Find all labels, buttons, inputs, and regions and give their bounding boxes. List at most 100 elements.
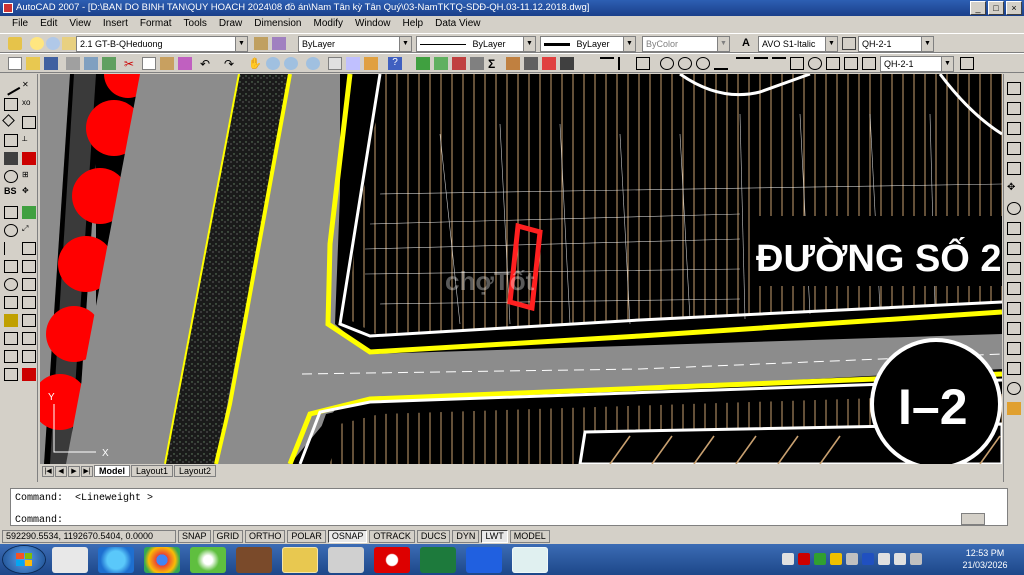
center-mark-icon[interactable] bbox=[808, 57, 822, 70]
menu-dimension[interactable]: Dimension bbox=[248, 16, 307, 32]
file-explorer-icon[interactable] bbox=[282, 547, 318, 573]
chamfer-object-icon[interactable] bbox=[1007, 362, 1021, 375]
fillet-tool-icon[interactable] bbox=[22, 350, 36, 363]
tab-layout1[interactable]: Layout1 bbox=[131, 465, 174, 477]
cut-icon[interactable]: ✂ bbox=[124, 57, 138, 71]
redo-icon[interactable]: ↷ bbox=[224, 57, 238, 71]
table-tool-icon[interactable] bbox=[4, 206, 18, 219]
excel-icon[interactable] bbox=[420, 547, 456, 573]
block-icon[interactable] bbox=[452, 57, 466, 70]
explode-tool-icon[interactable] bbox=[22, 368, 36, 381]
dim-style-dropdown-2[interactable]: QH-2-1 ▼ bbox=[880, 56, 954, 72]
move-tool-icon[interactable]: ✥ bbox=[22, 186, 36, 199]
new-file-icon[interactable] bbox=[8, 57, 22, 70]
trim-tool-icon[interactable] bbox=[22, 260, 36, 273]
make-layer-current-icon[interactable] bbox=[254, 37, 268, 50]
model-toggle[interactable]: MODEL bbox=[509, 529, 550, 543]
menu-insert[interactable]: Insert bbox=[97, 16, 134, 32]
internet-explorer-icon[interactable] bbox=[98, 547, 134, 573]
rectangle-tool-icon[interactable] bbox=[4, 134, 18, 147]
layer-previous-icon[interactable] bbox=[272, 37, 286, 50]
color-dropdown[interactable]: ByLayer ▼ bbox=[298, 36, 412, 52]
command-window[interactable]: Command: <Lineweight > Command: bbox=[10, 488, 1008, 526]
hatch-tool-icon[interactable] bbox=[4, 350, 18, 363]
mirror-object-icon[interactable] bbox=[1007, 122, 1021, 135]
text-style-dropdown[interactable]: AVO S1-Italic ▼ bbox=[758, 36, 838, 52]
save-icon[interactable] bbox=[44, 57, 58, 70]
network-icon[interactable] bbox=[878, 553, 890, 565]
dim-edit-icon[interactable] bbox=[826, 57, 840, 70]
command-prompt[interactable]: Command: bbox=[15, 515, 63, 526]
chamfer-tool-icon[interactable] bbox=[22, 332, 36, 345]
dim-style-manager-icon[interactable] bbox=[960, 57, 974, 70]
copy-icon[interactable] bbox=[142, 57, 156, 70]
table-icon[interactable] bbox=[470, 57, 484, 70]
revcloud-tool-icon[interactable] bbox=[4, 242, 18, 255]
dim-aligned-icon[interactable] bbox=[618, 57, 632, 70]
menu-draw[interactable]: Draw bbox=[213, 16, 248, 32]
dim-angular-icon[interactable] bbox=[714, 57, 728, 70]
menu-view[interactable]: View bbox=[63, 16, 97, 32]
last-tab-button[interactable]: ▶| bbox=[81, 465, 93, 477]
dim-update-icon[interactable] bbox=[862, 57, 876, 70]
tray-icon[interactable] bbox=[798, 553, 810, 565]
prev-tab-button[interactable]: ◀ bbox=[55, 465, 67, 477]
polygon-tool-icon[interactable] bbox=[2, 114, 15, 127]
fillet-object-icon[interactable] bbox=[1007, 382, 1021, 395]
make-block-icon[interactable] bbox=[4, 314, 18, 327]
osnap-toggle[interactable]: OSNAP bbox=[327, 529, 368, 543]
plant-icon[interactable] bbox=[434, 57, 448, 70]
dim-style-dropdown[interactable]: QH-2-1 ▼ bbox=[858, 36, 934, 52]
tree-icon[interactable] bbox=[416, 57, 430, 70]
print-icon[interactable] bbox=[66, 57, 80, 70]
dim-radius-icon[interactable] bbox=[660, 57, 674, 70]
layer-dropdown[interactable]: 2.1 GT-B-QHeduong ▼ bbox=[76, 36, 248, 52]
menu-modify[interactable]: Modify bbox=[308, 16, 349, 32]
zoom-window-icon[interactable] bbox=[284, 57, 298, 70]
undo-icon[interactable]: ↶ bbox=[200, 57, 214, 71]
tool-palettes-icon[interactable] bbox=[364, 57, 378, 70]
copy-object-icon[interactable] bbox=[1007, 102, 1021, 115]
scale-tool-icon[interactable]: ⤢ bbox=[22, 224, 36, 237]
plotstyle-dropdown[interactable]: ByColor ▼ bbox=[642, 36, 730, 52]
quick-dim-icon[interactable] bbox=[736, 57, 750, 70]
publish-icon[interactable] bbox=[102, 57, 116, 70]
offset-tool-icon[interactable] bbox=[22, 152, 36, 165]
tolerance-icon[interactable] bbox=[790, 57, 804, 70]
lightbulb-icon[interactable] bbox=[30, 37, 44, 50]
trim-object-icon[interactable] bbox=[1007, 262, 1021, 275]
mirror-tool-icon[interactable]: ⟂ bbox=[22, 134, 36, 147]
grid-icon[interactable] bbox=[560, 57, 574, 70]
dim-ordinate-icon[interactable] bbox=[636, 57, 650, 70]
ellipse-tool-icon[interactable] bbox=[4, 278, 18, 291]
chrome-icon[interactable] bbox=[144, 547, 180, 573]
otrack-toggle[interactable]: OTRACK bbox=[369, 529, 415, 543]
menu-window[interactable]: Window bbox=[349, 16, 397, 32]
menu-help[interactable]: Help bbox=[397, 16, 430, 32]
insert-block-icon[interactable] bbox=[4, 296, 18, 309]
match-properties-icon[interactable] bbox=[178, 57, 192, 70]
next-tab-button[interactable]: ▶ bbox=[68, 465, 80, 477]
properties-icon[interactable] bbox=[328, 57, 342, 70]
dim-text-edit-icon[interactable] bbox=[844, 57, 858, 70]
ortho-toggle[interactable]: ORTHO bbox=[245, 529, 286, 543]
break-point-icon[interactable] bbox=[1007, 302, 1021, 315]
dim-diameter-icon[interactable] bbox=[696, 57, 710, 70]
tab-layout2[interactable]: Layout2 bbox=[174, 465, 217, 477]
rotate-object-icon[interactable] bbox=[1007, 202, 1021, 215]
menu-edit[interactable]: Edit bbox=[34, 16, 63, 32]
break-object-icon[interactable] bbox=[1007, 322, 1021, 335]
open-folder-icon[interactable] bbox=[26, 57, 40, 70]
menu-data-view[interactable]: Data View bbox=[429, 16, 486, 32]
sum-icon[interactable]: Σ bbox=[488, 57, 502, 71]
xline-tool-icon[interactable]: ✕ bbox=[22, 80, 36, 93]
lineweight-dropdown[interactable]: ByLayer ▼ bbox=[540, 36, 636, 52]
tab-model[interactable]: Model bbox=[94, 465, 130, 477]
polyline-tool-icon[interactable] bbox=[4, 98, 18, 111]
stretch-tool-icon[interactable] bbox=[22, 242, 36, 255]
design-center-icon[interactable] bbox=[346, 57, 360, 70]
lock-icon[interactable] bbox=[62, 37, 76, 50]
fill-tool-icon[interactable] bbox=[4, 152, 18, 165]
move-object-icon[interactable]: ✥ bbox=[1007, 182, 1021, 195]
erase-tool-icon[interactable] bbox=[1007, 82, 1021, 95]
